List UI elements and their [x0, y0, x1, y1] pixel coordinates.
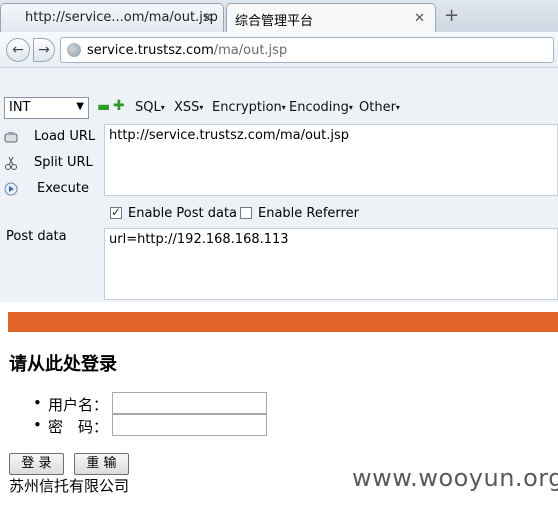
hackbar-panel: INT ▼ ▬ ✚ SQL▾ XSS▾ Encryption▾ Encoding… [0, 68, 558, 302]
close-icon[interactable]: ✕ [202, 11, 213, 26]
menu-encryption[interactable]: Encryption▾ [212, 100, 286, 115]
menu-encoding[interactable]: Encoding▾ [289, 100, 353, 115]
dropdown-arrow-icon: ▼ [76, 101, 84, 112]
post-data-textarea[interactable]: url=http://192.168.168.113 [104, 228, 558, 300]
tab-management-platform[interactable]: 综合管理平台 ✕ [226, 3, 436, 32]
password-input[interactable] [112, 414, 267, 436]
tab-label: http://service...om/ma/out.jsp [25, 10, 218, 25]
close-icon[interactable]: ✕ [414, 11, 425, 26]
header-bar [8, 312, 558, 332]
username-input[interactable] [112, 392, 267, 414]
address-text: service.trustsz.com/ma/out.jsp [87, 43, 288, 58]
scissors-icon [5, 156, 17, 170]
enable-referrer-checkbox[interactable]: Enable Referrer [240, 206, 359, 221]
enable-post-checkbox[interactable]: Enable Post data [110, 205, 237, 221]
reset-button[interactable]: 重 输 [74, 453, 129, 475]
bullet: • [33, 394, 42, 412]
forward-button[interactable]: → [33, 38, 55, 62]
navigation-bar: ← → service.trustsz.com/ma/out.jsp [0, 32, 558, 68]
type-select[interactable]: INT ▼ [4, 97, 89, 119]
checkbox-unchecked[interactable] [240, 207, 252, 219]
hackbar-toolbar: INT ▼ ▬ ✚ SQL▾ XSS▾ Encryption▾ Encoding… [0, 96, 558, 124]
globe-icon [67, 43, 81, 57]
back-button[interactable]: ← [6, 38, 30, 62]
load-url-icon [4, 132, 18, 143]
menu-sql[interactable]: SQL▾ [135, 100, 165, 115]
tab-label: 综合管理平台 [235, 14, 314, 29]
watermark: www.wooyun.org [352, 464, 558, 492]
tab-strip: http://service...om/ma/out.jsp ✕ 综合管理平台 … [0, 0, 558, 32]
menu-xss[interactable]: XSS▾ [174, 100, 203, 115]
menu-other[interactable]: Other▾ [359, 100, 400, 115]
password-label: 密 码： [48, 418, 109, 436]
address-bar[interactable]: service.trustsz.com/ma/out.jsp [60, 37, 554, 63]
tab-out-jsp[interactable]: http://service...om/ma/out.jsp ✕ [0, 3, 224, 32]
login-button[interactable]: 登 录 [9, 453, 64, 475]
play-icon [4, 182, 18, 196]
new-tab-icon[interactable]: + [444, 5, 459, 26]
checkbox-checked[interactable] [110, 205, 122, 219]
username-label: 用户名： [48, 396, 109, 414]
company-name: 苏州信托有限公司 [9, 477, 130, 495]
url-textarea[interactable]: http://service.trustsz.com/ma/out.jsp [104, 124, 558, 196]
plus-icon[interactable]: ✚ [113, 98, 125, 114]
page-title: 请从此处登录 [9, 354, 117, 375]
post-data-label: Post data [6, 229, 67, 244]
bullet: • [33, 416, 42, 434]
minus-icon[interactable]: ▬ [97, 99, 110, 115]
